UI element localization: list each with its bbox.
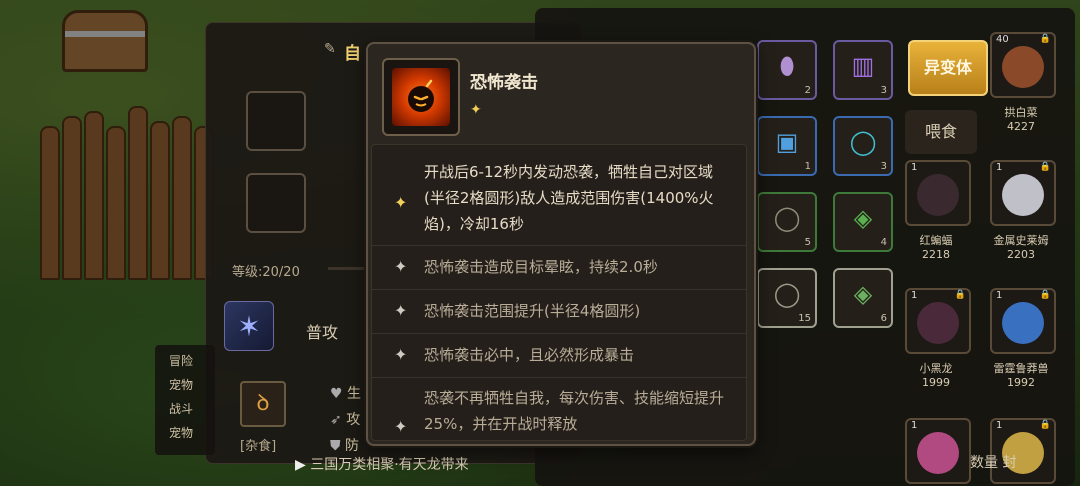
skill-tooltip: 恐怖袭击 ✦ ✦ 开战后6-12秒内发动恐袭，牺牲自己对区域(半径2格圆形)敌人… (366, 42, 756, 446)
stat-atk: 攻 (346, 412, 361, 428)
pet-power: 1999 (922, 376, 950, 389)
pet-card[interactable]: 1 🔒 (990, 160, 1056, 226)
note-item: 战斗 (169, 402, 194, 416)
pet-name: 小黑龙 (919, 362, 953, 375)
pet-power: 4227 (1007, 120, 1035, 133)
pet-name: 雷霆鲁莽兽 (993, 362, 1049, 375)
equip-slot[interactable] (246, 173, 306, 233)
effect-text: 恐怖袭击必中，且必然形成暴击 (424, 346, 635, 364)
inventory-cell[interactable]: ◯ 3 (833, 116, 893, 176)
lock-icon: 🔒 (1039, 34, 1051, 44)
inventory-cell[interactable]: ◈ 6 (833, 268, 893, 328)
inventory-cell[interactable]: ◯ 15 (757, 268, 817, 328)
lock-icon: 🔒 (1039, 162, 1051, 172)
stat-def: 防 (344, 438, 359, 454)
panel-title: 自 (344, 44, 361, 64)
lock-icon: 🔒 (1039, 290, 1051, 300)
star-icon: ✦ (394, 193, 408, 212)
pet-power: 2203 (1007, 248, 1035, 261)
pet-power: 1992 (1007, 376, 1035, 389)
bomb-skill-icon (382, 58, 460, 136)
inventory-cell[interactable]: ▣ 1 (757, 116, 817, 176)
note-item: 冒险 (169, 354, 194, 368)
star-icon: ✦ (470, 102, 482, 118)
pet-card[interactable]: 1 🔒 (905, 288, 971, 354)
sparkle-icon: ✦ (394, 301, 408, 320)
pet-card[interactable]: 1 (905, 160, 971, 226)
list-item: ✦ 恐怖袭击必中，且必然形成暴击 (372, 333, 746, 378)
pet-name: 拱白菜 (1004, 106, 1038, 119)
pet-card[interactable]: 1 🔒 (990, 288, 1056, 354)
diet-label: [杂食] (240, 439, 277, 454)
list-item: ✦ 恐怖袭击造成目标晕眩，持续2.0秒 (372, 245, 746, 290)
mutant-button[interactable]: 异变体 (908, 40, 988, 96)
stat-list: ♥ 生 ➶ 攻 ⛊ 防 (330, 386, 362, 454)
claw-icon[interactable]: ✶ (224, 301, 274, 351)
stat-hp: 生 (347, 386, 362, 402)
lock-icon: 🔒 (1039, 420, 1051, 430)
diet-box: ꝺ [杂食] (226, 379, 296, 459)
effect-text: 恐怖袭击范围提升(半径4格圆形) (424, 302, 641, 320)
skill-effects-list: ✦ 开战后6-12秒内发动恐袭，牺牲自己对区域(半径2格圆形)敌人造成范围伤害(… (371, 144, 747, 441)
inventory-cell[interactable]: ⬮ 2 (757, 40, 817, 100)
note-item: 宠物 (169, 426, 194, 440)
effect-text: 恐怖袭击造成目标晕眩，持续2.0秒 (424, 258, 658, 276)
inventory-cell[interactable]: ◯ 5 (757, 192, 817, 252)
list-item: ✦ 开战后6-12秒内发动恐袭，牺牲自己对区域(半径2格圆形)敌人造成范围伤害(… (372, 145, 746, 246)
feed-button[interactable]: 喂食 (905, 110, 977, 154)
inventory-cell[interactable]: ▥ 3 (833, 40, 893, 100)
list-item: ✦ 恐袭不再牺牲自我，每次伤害、技能缩短提升25%，并在开战时释放 (372, 377, 746, 440)
pet-power: 2218 (922, 248, 950, 261)
ear-icon: ꝺ (240, 381, 286, 427)
lock-icon: 🔒 (954, 290, 966, 300)
pet-name: 金属史莱姆 (993, 234, 1049, 247)
pet-card[interactable]: 1 (905, 418, 971, 484)
inventory-cell[interactable]: ◈ 4 (833, 192, 893, 252)
pet-card[interactable]: 1 🔒 (990, 418, 1056, 484)
effect-text: 恐袭不再牺牲自我，每次伤害、技能缩短提升25%，并在开战时释放 (424, 389, 725, 433)
tab-normal-attack[interactable]: 普攻 (306, 319, 338, 343)
scrolling-announcement: ▶ 三国万类相聚·有天龙带来 (295, 457, 469, 473)
equip-slot[interactable] (246, 91, 306, 151)
side-notes: 冒险 宠物 战斗 宠物 (155, 345, 215, 455)
edit-icon[interactable]: ✎ (324, 41, 336, 57)
sparkle-icon: ✦ (394, 257, 408, 276)
effect-text: 开战后6-12秒内发动恐袭，牺牲自己对区域(半径2格圆形)敌人造成范围伤害(14… (424, 163, 714, 233)
announcement-text: 三国万类相聚·有天龙带来 (310, 457, 469, 473)
pet-name: 红蝙蝠 (919, 234, 953, 247)
inventory-footer: 数量 封 (970, 455, 1017, 471)
skill-title: 恐怖袭击 (470, 73, 538, 93)
sparkle-icon: ✦ (394, 417, 408, 436)
level-label: 等级:20/20 (232, 265, 300, 280)
note-item: 宠物 (169, 378, 194, 392)
list-item: ✦ 恐怖袭击范围提升(半径4格圆形) (372, 289, 746, 334)
pet-card[interactable]: 40 🔒 (990, 32, 1056, 98)
sparkle-icon: ✦ (394, 345, 408, 364)
